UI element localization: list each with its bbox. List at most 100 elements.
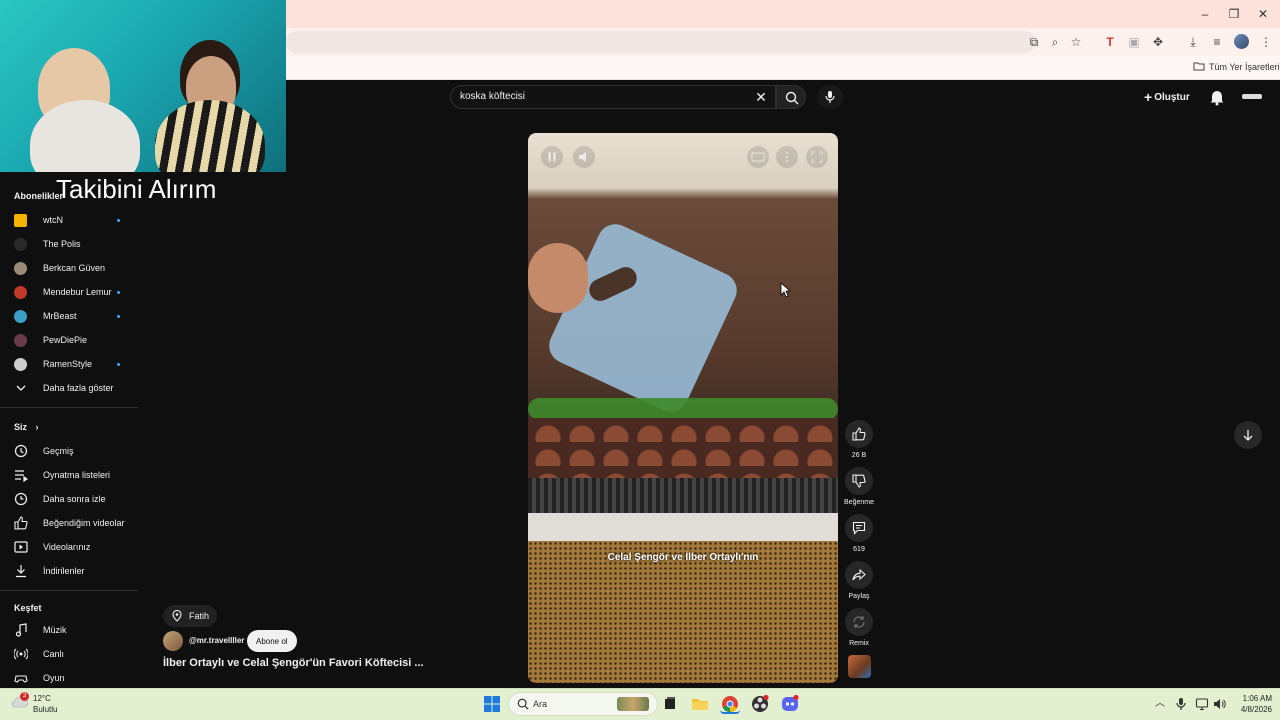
you-heading[interactable]: Siz › bbox=[14, 422, 39, 432]
extension-tp-icon[interactable]: T bbox=[1102, 34, 1118, 50]
task-view-icon[interactable] bbox=[660, 694, 680, 714]
sidebar-item-label: Geçmiş bbox=[43, 446, 74, 456]
chrome-icon[interactable] bbox=[720, 694, 740, 714]
comment-icon bbox=[852, 521, 866, 535]
mute-button[interactable] bbox=[573, 146, 595, 168]
sidebar-item-mendebur-lemur[interactable]: Mendebur Lemur bbox=[14, 282, 138, 302]
address-bar[interactable] bbox=[286, 31, 1036, 53]
video-subtitle: Celal Şengör ve İlber Ortaylı'nın bbox=[607, 552, 759, 563]
webcam-overlay bbox=[0, 0, 286, 172]
network-icon[interactable] bbox=[1195, 697, 1209, 711]
all-bookmarks-link[interactable]: Tüm Yer İşaretleri bbox=[1209, 62, 1280, 72]
stream-overlay-caption: Takibini Alırım bbox=[56, 174, 217, 204]
download-icon bbox=[14, 564, 28, 578]
sidebar-item-ramenstyle[interactable]: RamenStyle bbox=[14, 354, 138, 374]
video-title[interactable]: İlber Ortaylı ve Celal Şengör'ün Favori … bbox=[163, 657, 424, 669]
share-button[interactable] bbox=[845, 561, 873, 589]
account-avatar[interactable] bbox=[1242, 94, 1262, 99]
clock-time[interactable]: 1:06 AM bbox=[1232, 694, 1272, 703]
fullscreen-icon bbox=[811, 151, 823, 163]
sidebar-item-liked-videos[interactable]: Beğendiğim videolar bbox=[14, 513, 138, 533]
sidebar-item-label: Müzik bbox=[43, 625, 67, 635]
create-button[interactable]: + Oluştur bbox=[1144, 89, 1190, 105]
sidebar-item-playlists[interactable]: Oynatma listeleri bbox=[14, 465, 138, 485]
sidebar-item-berkcan-guven[interactable]: Berkcan Güven bbox=[14, 258, 138, 278]
media-control-icon[interactable]: ≡ bbox=[1209, 34, 1225, 50]
folder-icon bbox=[1193, 60, 1205, 72]
subscriptions-heading[interactable]: Abonelikler bbox=[14, 191, 63, 201]
sidebar-item-the-polis[interactable]: The Polis bbox=[14, 234, 138, 254]
playlists-icon bbox=[14, 468, 28, 482]
discord-icon[interactable] bbox=[780, 694, 800, 714]
sidebar-item-music[interactable]: Müzik bbox=[14, 620, 138, 640]
more-vert-icon bbox=[786, 152, 788, 162]
location-chip[interactable]: Fatih bbox=[163, 605, 218, 627]
bookmark-star-icon[interactable]: ☆ bbox=[1068, 34, 1084, 50]
explore-heading: Keşfet bbox=[14, 603, 42, 613]
weather-description[interactable]: Bulutlu bbox=[33, 705, 57, 714]
gaming-icon bbox=[14, 671, 28, 685]
sidebar-item-wtcn[interactable]: wtcN bbox=[14, 210, 138, 230]
next-video-button[interactable] bbox=[1234, 421, 1262, 449]
taskbar-search[interactable] bbox=[508, 692, 658, 716]
create-label: Oluştur bbox=[1154, 92, 1190, 103]
sound-thumbnail[interactable] bbox=[848, 655, 871, 678]
notifications-bell-icon[interactable] bbox=[1208, 88, 1226, 106]
show-more-button[interactable]: Daha fazla göster bbox=[14, 378, 138, 398]
sidebar-item-your-videos[interactable]: Videolarınız bbox=[14, 537, 138, 557]
sidebar-item-label: Oynatma listeleri bbox=[43, 470, 111, 480]
remix-button[interactable] bbox=[845, 608, 873, 636]
search-icon bbox=[785, 91, 799, 105]
pause-button[interactable] bbox=[541, 146, 563, 168]
clock-date[interactable]: 4/8/2026 bbox=[1226, 705, 1272, 714]
voice-search-button[interactable] bbox=[817, 85, 843, 109]
zoom-icon[interactable]: ⌕ bbox=[1047, 34, 1063, 50]
search-button[interactable] bbox=[776, 85, 806, 109]
more-options-button[interactable] bbox=[776, 146, 798, 168]
obs-icon[interactable] bbox=[750, 694, 770, 714]
sidebar-item-live[interactable]: Canlı bbox=[14, 644, 138, 664]
captions-button[interactable] bbox=[747, 146, 769, 168]
sidebar-item-label: MrBeast bbox=[43, 311, 77, 321]
profile-avatar[interactable] bbox=[1234, 34, 1249, 49]
minimize-icon[interactable]: – bbox=[1197, 6, 1213, 22]
speaker-icon[interactable] bbox=[1212, 697, 1226, 711]
subscribe-button[interactable]: Abone ol bbox=[247, 630, 297, 652]
search-input[interactable] bbox=[460, 91, 740, 102]
comments-button[interactable] bbox=[845, 514, 873, 542]
dislike-label: Beğenme bbox=[844, 499, 874, 506]
microphone-icon[interactable] bbox=[1174, 697, 1188, 711]
download-icon[interactable]: ⤓ bbox=[1185, 34, 1201, 50]
plus-icon: + bbox=[1144, 89, 1153, 105]
sidebar-item-mrbeast[interactable]: MrBeast bbox=[14, 306, 138, 326]
live-indicator bbox=[117, 315, 120, 318]
weather-temperature[interactable]: 12°C bbox=[33, 694, 51, 703]
sidebar-item-watch-later[interactable]: Daha sonra izle bbox=[14, 489, 138, 509]
sidebar-item-gaming[interactable]: Oyun bbox=[14, 668, 138, 688]
sidebar-item-label: İndirilenler bbox=[43, 566, 85, 576]
sidebar-item-history[interactable]: Geçmiş bbox=[14, 441, 138, 461]
restore-icon[interactable]: ❐ bbox=[1226, 6, 1242, 22]
chevron-up-icon[interactable]: ︿ bbox=[1153, 697, 1167, 711]
taskbar-search-label: Ara bbox=[533, 699, 548, 709]
sidebar-item-downloads[interactable]: İndirilenler bbox=[14, 561, 138, 581]
dislike-button[interactable] bbox=[845, 467, 873, 495]
history-icon bbox=[14, 444, 28, 458]
install-app-icon[interactable]: ⧉ bbox=[1026, 34, 1042, 50]
browser-menu-icon[interactable]: ⋮ bbox=[1258, 34, 1274, 50]
windows-start-icon[interactable] bbox=[484, 696, 500, 712]
extensions-icon[interactable]: ✥ bbox=[1150, 34, 1166, 50]
thumbs-up-icon bbox=[852, 427, 866, 441]
clear-search-icon[interactable]: ✕ bbox=[753, 89, 769, 106]
divider bbox=[0, 407, 138, 408]
fullscreen-button[interactable] bbox=[806, 146, 828, 168]
close-window-icon[interactable]: ✕ bbox=[1255, 6, 1271, 22]
shorts-video-player[interactable] bbox=[528, 133, 838, 683]
channel-name[interactable]: @mr.travellller bbox=[189, 636, 244, 645]
sidebar-item-pewdiepie[interactable]: PewDiePie bbox=[14, 330, 138, 350]
file-explorer-icon[interactable] bbox=[690, 694, 710, 714]
like-button[interactable] bbox=[845, 420, 873, 448]
sidebar-item-label: wtcN bbox=[43, 215, 63, 225]
channel-avatar[interactable] bbox=[163, 631, 183, 651]
extension-translate-icon[interactable]: ▣ bbox=[1126, 34, 1142, 50]
